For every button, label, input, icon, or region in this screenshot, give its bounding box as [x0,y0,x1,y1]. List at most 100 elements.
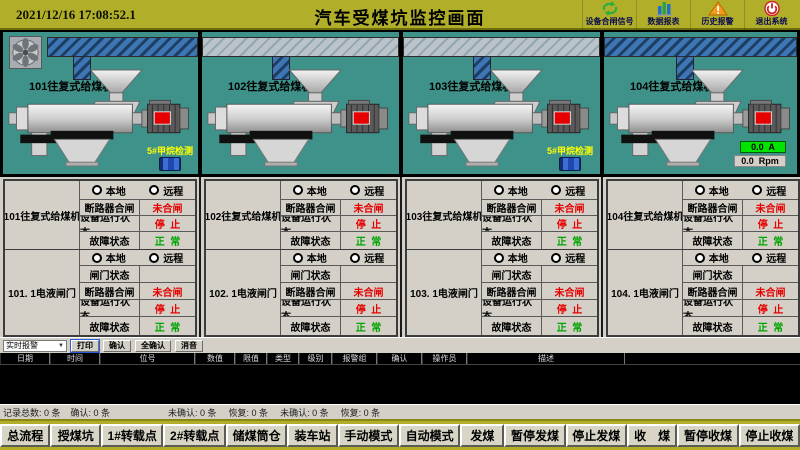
methane-sensor-icon [159,157,181,171]
row-label: 故障状态 [80,317,140,335]
row-value [341,266,396,283]
device-name: 104. 1电液闸门 [608,250,683,335]
remote-radio[interactable]: 远程 [752,183,786,198]
radio-circle-icon [752,185,762,195]
panel-feeder-103: 103往复式给煤机 5#甲烷检测 [403,32,600,174]
machine-panels: 101往复式给煤机 5#甲烷检测 102往复式给煤机 103往复式给煤机 5#甲… [0,32,800,177]
control-mode-row: 本地 远程 [482,250,597,266]
col-level: 级别 [299,353,332,364]
device-name: 102. 1电液闸门 [206,250,281,335]
control-mode-row: 本地 远程 [80,181,195,200]
local-label: 本地 [307,183,327,198]
row-label: 设备运行状态 [683,216,743,232]
acknowledge-all-button[interactable]: 全确认 [135,340,171,352]
column-divider [601,177,603,337]
print-button[interactable]: 打印 [71,340,99,352]
remote-radio[interactable]: 远程 [551,250,585,265]
remote-label: 远程 [364,183,384,198]
nav-total-flow-button[interactable]: 总流程 [0,424,50,447]
remote-label: 远程 [766,183,786,198]
row-value: 停 止 [341,300,396,317]
row-value: 未合闸 [140,283,195,300]
alarm-filter-dropdown[interactable]: 实时报警 ▼ [3,340,67,352]
pause-receive-coal-button[interactable]: 暂停收煤 [677,424,738,447]
auto-mode-button[interactable]: 自动模式 [399,424,460,447]
row-value: 正 常 [341,317,396,335]
remote-label: 远程 [163,183,183,198]
device-name: 101. 1电液闸门 [5,250,80,335]
nav-loading-station-button[interactable]: 装车站 [287,424,337,447]
methane-sensor-icon [559,157,581,171]
control-mode-row: 本地 远程 [80,250,195,266]
col-limit: 限值 [235,353,267,364]
row-label: 断路器合闸 [80,200,140,216]
nav-coal-silo-button[interactable]: 储煤筒仓 [226,424,287,447]
row-value: 正 常 [743,232,798,249]
alarm-toolbar: 实时报警 ▼ 打印 确认 全确认 消音 [0,337,800,353]
alarm-list-body[interactable] [0,365,800,404]
row-value [542,266,597,283]
local-label: 本地 [508,250,528,265]
control-mode-row: 本地 远程 [683,181,798,200]
row-label: 故障状态 [281,317,341,335]
mute-button[interactable]: 消音 [175,340,203,352]
device-name: 102往复式给煤机 [206,181,281,249]
local-radio[interactable]: 本地 [293,183,327,198]
page-title: 汽车受煤坑监控画面 [315,4,486,29]
local-radio[interactable]: 本地 [293,250,327,265]
local-radio[interactable]: 本地 [92,183,126,198]
history-alarm-button[interactable]: 历史报警 [690,0,744,30]
remote-radio[interactable]: 远程 [752,250,786,265]
row-value: 停 止 [140,216,195,232]
local-radio[interactable]: 本地 [695,250,729,265]
row-label: 设备运行状态 [281,216,341,232]
receive-coal-button[interactable]: 收 煤 [627,424,677,447]
stop-receive-coal-button[interactable]: 停止收煤 [739,424,800,447]
send-coal-button[interactable]: 发煤 [460,424,504,447]
local-radio[interactable]: 本地 [494,183,528,198]
header-buttons: 设备合闸信号 数据报表 历史报警 退出系 [582,0,798,30]
device-close-signal-button[interactable]: 设备合闸信号 [582,0,636,30]
nav-transfer-point-1-button[interactable]: 1#转载点 [101,424,164,447]
radio-circle-icon [551,185,561,195]
remote-radio[interactable]: 远程 [350,250,384,265]
manual-mode-button[interactable]: 手动模式 [338,424,399,447]
nav-coal-pit-button[interactable]: 授煤坑 [50,424,100,447]
row-label: 闸门状态 [281,266,341,283]
status-column-104: 104往复式给煤机 本地 远程 断路器合闸 未合闸 设备运行状态 停 止 故障状… [606,179,800,337]
radio-circle-icon [350,253,360,263]
remote-label: 远程 [163,250,183,265]
ack-count: 确认: 0 条 [71,406,111,419]
status-column-103: 103往复式给煤机 本地 远程 断路器合闸 未合闸 设备运行状态 停 止 故障状… [405,179,599,337]
local-radio[interactable]: 本地 [695,183,729,198]
remote-radio[interactable]: 远程 [149,250,183,265]
radio-circle-icon [695,253,705,263]
acknowledge-button[interactable]: 确认 [103,340,131,352]
row-label: 闸门状态 [482,266,542,283]
local-radio[interactable]: 本地 [494,250,528,265]
row-label: 设备运行状态 [281,300,341,317]
row-value: 未合闸 [542,283,597,300]
record-total: 记录总数: 0 条 [3,406,61,419]
nav-transfer-point-2-button[interactable]: 2#转载点 [163,424,226,447]
remote-radio[interactable]: 远程 [350,183,384,198]
remote-radio[interactable]: 远程 [149,183,183,198]
remote-radio[interactable]: 远程 [551,183,585,198]
alarm-table-header: 日期 时间 位号 数值 限值 类型 级别 报警组 确认 操作员 描述 [0,353,800,365]
panel-feeder-101: 101往复式给煤机 5#甲烷检测 [3,32,198,174]
feeder-machine-graphic [608,68,797,168]
data-report-button[interactable]: 数据报表 [636,0,690,30]
col-description: 描述 [467,353,625,364]
row-value: 未合闸 [341,283,396,300]
remote-label: 远程 [364,250,384,265]
radio-circle-icon [494,185,504,195]
local-radio[interactable]: 本地 [92,250,126,265]
pause-send-coal-button[interactable]: 暂停发煤 [504,424,565,447]
ceiling-beam [403,37,600,57]
row-value: 停 止 [743,300,798,317]
device-name: 104往复式给煤机 [608,181,683,249]
unack-count-2: 未确认: 0 条 [280,406,329,419]
exit-system-button[interactable]: 退出系统 [744,0,798,30]
stop-send-coal-button[interactable]: 停止发煤 [566,424,627,447]
col-operator: 操作员 [422,353,467,364]
